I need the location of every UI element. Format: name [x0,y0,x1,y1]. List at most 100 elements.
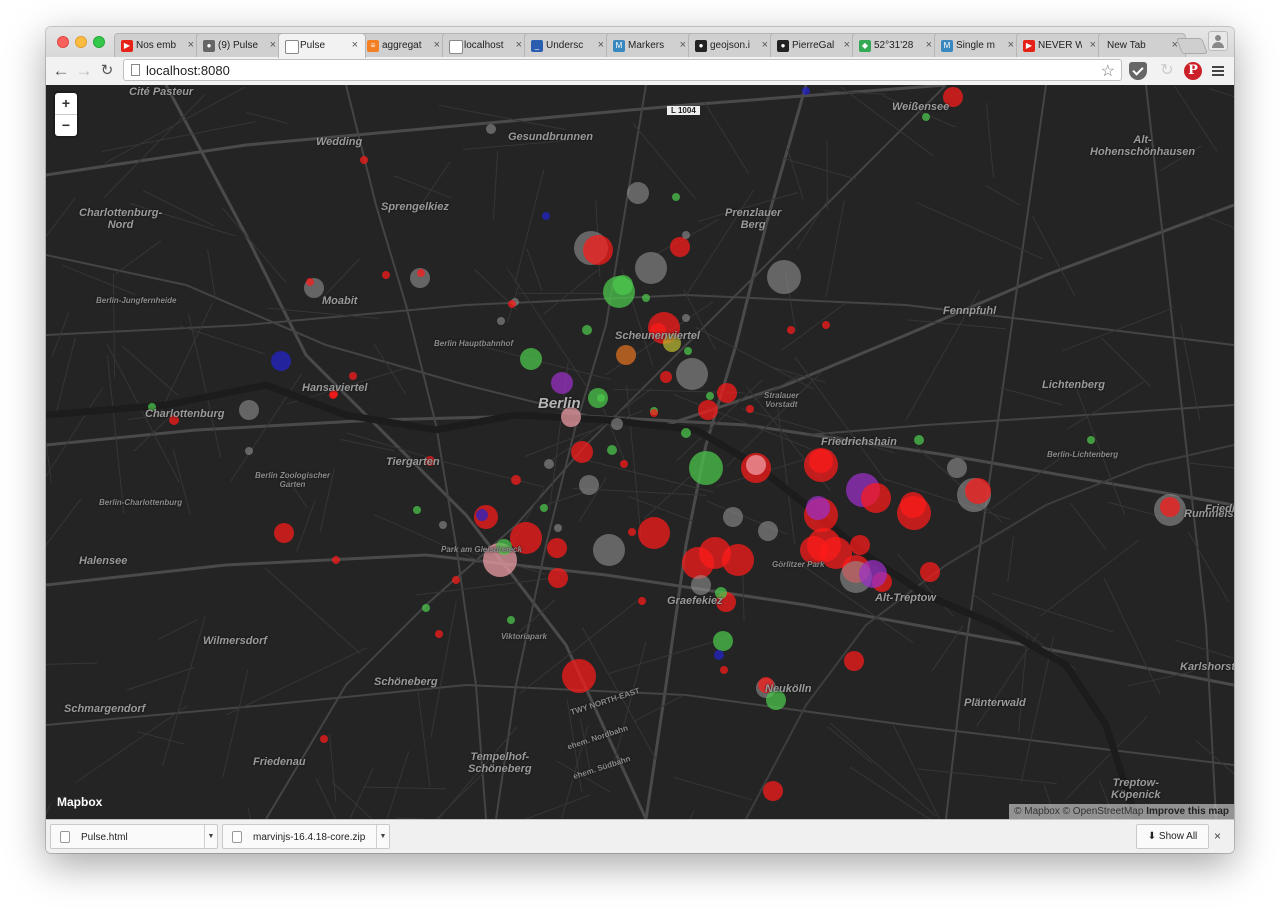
activity-marker[interactable] [763,781,783,801]
activity-marker[interactable] [271,351,291,371]
tab-close-icon[interactable]: × [680,39,686,51]
activity-marker[interactable] [542,212,550,220]
activity-marker[interactable] [593,534,625,566]
download-item[interactable]: Pulse.html ▼ [50,824,218,849]
new-tab-button[interactable] [1176,38,1208,54]
activity-marker[interactable] [861,483,891,513]
download-menu-chevron-icon[interactable]: ▼ [376,825,389,848]
activity-marker[interactable] [922,113,930,121]
tab-11[interactable]: M Single m × [934,33,1022,57]
activity-marker[interactable] [306,278,314,286]
tab-close-icon[interactable]: × [598,39,604,51]
activity-marker[interactable] [583,235,613,265]
activity-marker[interactable] [422,604,430,612]
activity-marker[interactable] [714,650,724,660]
tab-close-icon[interactable]: × [188,39,194,51]
activity-marker[interactable] [802,87,810,95]
activity-marker[interactable] [620,460,628,468]
activity-marker[interactable] [486,124,496,134]
activity-marker[interactable] [698,400,718,420]
activity-marker[interactable] [965,478,991,504]
zoom-out-button[interactable]: − [55,115,77,136]
activity-marker[interactable] [720,666,728,674]
tab-7[interactable]: M Markers × [606,33,694,57]
activity-marker[interactable] [413,506,421,514]
activity-marker[interactable] [497,317,505,325]
activity-marker[interactable] [717,383,737,403]
mapbox-logo[interactable]: Mapbox [57,795,102,809]
activity-marker[interactable] [511,475,521,485]
activity-marker[interactable] [520,348,542,370]
activity-marker[interactable] [650,409,658,417]
bookmark-star-icon[interactable]: ☆ [1101,61,1115,81]
activity-marker[interactable] [806,496,830,520]
activity-marker[interactable] [691,575,711,595]
activity-marker[interactable] [417,269,425,277]
activity-marker[interactable] [607,445,617,455]
activity-marker[interactable] [611,418,623,430]
activity-marker[interactable] [638,517,670,549]
activity-marker[interactable] [746,405,754,413]
tab-13[interactable]: New Tab × [1098,33,1186,57]
activity-marker[interactable] [628,528,636,536]
activity-marker[interactable] [722,544,754,576]
activity-marker[interactable] [544,459,554,469]
activity-marker[interactable] [1160,497,1180,517]
download-item[interactable]: marvinjs-16.4.18-core.zip ▼ [222,824,390,849]
activity-marker[interactable] [554,524,562,532]
activity-marker[interactable] [638,597,646,605]
activity-marker[interactable] [562,659,596,693]
activity-marker[interactable] [613,275,633,295]
reload-button[interactable]: ↻ [96,60,118,82]
menu-icon[interactable] [1210,62,1228,80]
zoom-in-button[interactable]: + [55,93,77,115]
activity-marker[interactable] [682,314,690,322]
tab-close-icon[interactable]: × [1008,39,1014,51]
close-window-button[interactable] [57,36,69,48]
activity-marker[interactable] [239,400,259,420]
activity-marker[interactable] [914,435,924,445]
activity-marker[interactable] [684,347,692,355]
tab-close-icon[interactable]: × [762,39,768,51]
activity-marker[interactable] [435,630,443,638]
activity-marker[interactable] [452,576,460,584]
tab-close-icon[interactable]: × [270,39,276,51]
activity-marker[interactable] [844,651,864,671]
activity-marker[interactable] [1087,436,1095,444]
activity-marker[interactable] [920,562,940,582]
zoom-window-button[interactable] [93,36,105,48]
back-button[interactable]: ← [50,60,72,82]
tab-4[interactable]: ≡ aggregat × [360,33,448,57]
tab-5[interactable]: localhost × [442,33,530,57]
activity-marker[interactable] [540,504,548,512]
tab-2[interactable]: ● (9) Pulse × [196,33,284,57]
tab-8[interactable]: ● geojson.i × [688,33,776,57]
activity-marker[interactable] [900,492,926,518]
activity-marker[interactable] [859,560,887,588]
activity-marker[interactable] [706,392,714,400]
activity-marker[interactable] [713,631,733,651]
activity-marker[interactable] [758,521,778,541]
activity-marker[interactable] [670,237,690,257]
tab-close-icon[interactable]: × [434,39,440,51]
tab-close-icon[interactable]: × [352,39,358,51]
activity-marker[interactable] [682,547,714,579]
activity-marker[interactable] [635,252,667,284]
profile-icon[interactable] [1208,31,1228,51]
map-canvas[interactable]: Cité Pasteur Wedding Gesundbrunnen Weißense… [46,85,1234,819]
activity-marker[interactable] [320,735,328,743]
activity-marker[interactable] [642,294,650,302]
activity-marker[interactable] [723,507,743,527]
activity-marker[interactable] [579,475,599,495]
activity-marker[interactable] [597,394,605,402]
activity-marker[interactable] [439,521,447,529]
activity-marker[interactable] [746,455,766,475]
activity-marker[interactable] [551,372,573,394]
activity-marker[interactable] [382,271,390,279]
activity-marker[interactable] [548,568,568,588]
tab-9[interactable]: ● PierreGal × [770,33,858,57]
improve-map-link[interactable]: Improve this map [1146,806,1229,817]
tab-1[interactable]: ▶ Nos emb × [114,33,202,57]
pocket-icon[interactable] [1129,62,1147,80]
pinterest-icon[interactable]: P [1184,62,1202,80]
